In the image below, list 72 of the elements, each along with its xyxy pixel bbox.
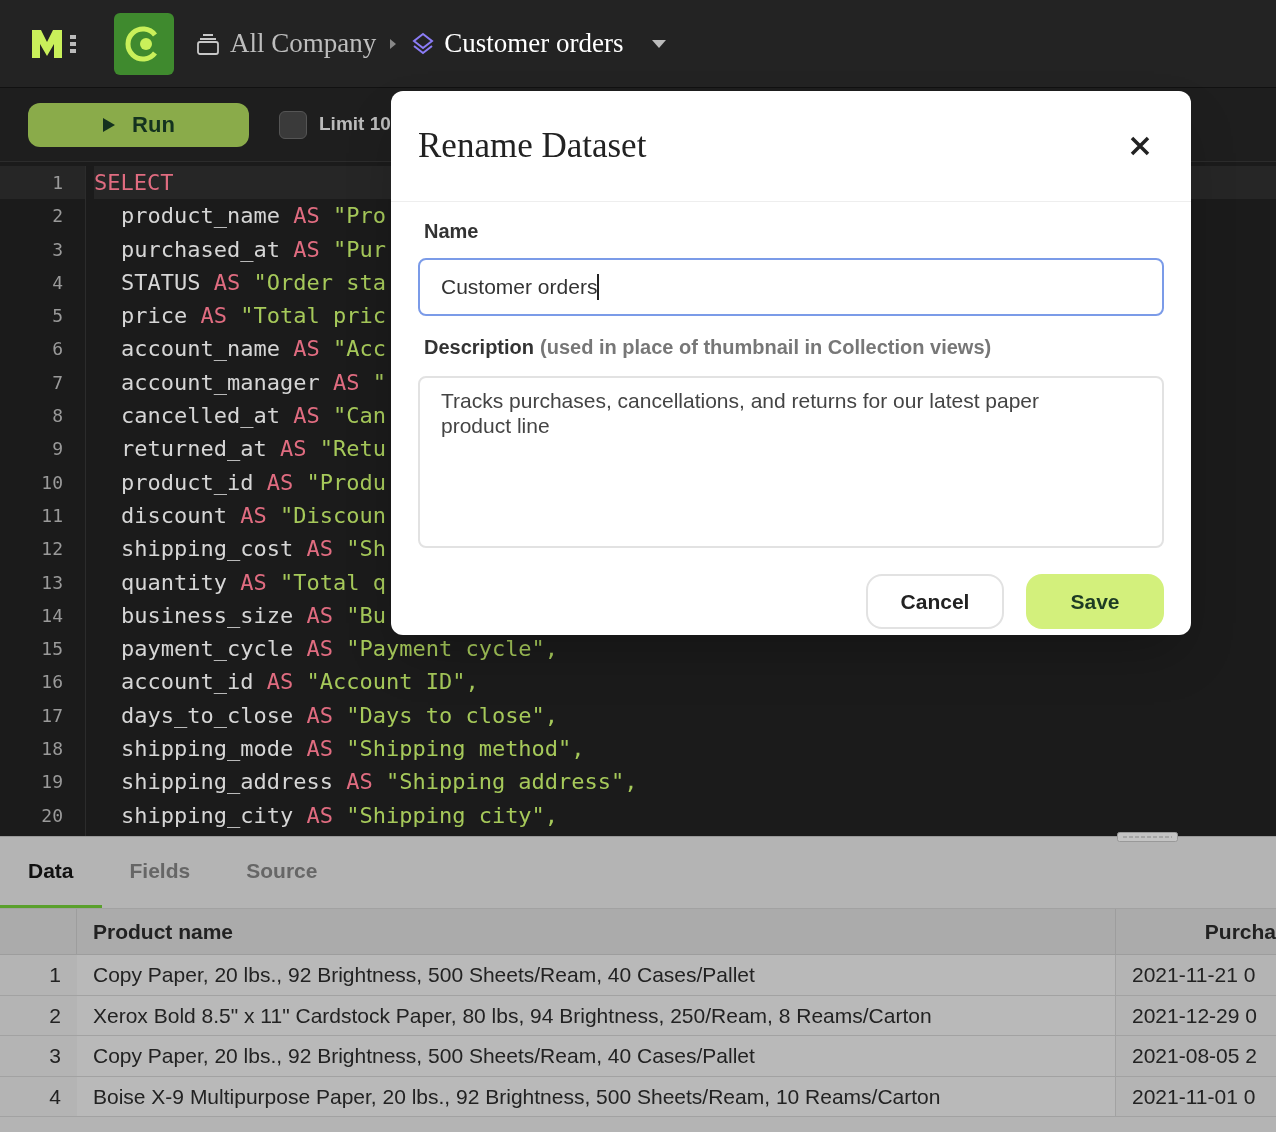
column-header[interactable]: Product name	[77, 909, 1116, 954]
resize-handle-icon[interactable]	[1117, 832, 1178, 842]
code-line: shipping_city AS "Shipping city",	[121, 801, 559, 830]
code-line: business_size AS "Bu	[121, 601, 386, 630]
field-label: Name	[423, 219, 480, 244]
play-icon	[102, 116, 117, 133]
line-number: 17	[40, 703, 64, 728]
code-line: discount AS "Discoun	[121, 501, 386, 530]
code-line: cancelled_at AS "Can	[121, 402, 386, 431]
code-line: product_id AS "Produ	[121, 468, 386, 497]
line-number: 11	[40, 503, 64, 528]
code-line: returned_at AS "Retu	[121, 435, 386, 464]
code-line: shipping_address AS "Shipping address",	[121, 768, 638, 797]
code-line: payment_cycle AS "Payment cycle",	[121, 635, 559, 664]
app-icon[interactable]	[114, 12, 174, 75]
line-number: 8	[51, 404, 64, 429]
breadcrumb-link[interactable]: All Company	[230, 23, 377, 64]
row-number: 4	[48, 1083, 62, 1110]
table-cell-text: 2021-08-05 2	[1131, 1043, 1258, 1069]
line-number: 7	[51, 370, 64, 395]
line-number: 4	[51, 270, 64, 295]
description-textarea[interactable]: Tracks purchases, cancellations, and returns for our latest paper product line	[418, 376, 1164, 548]
line-number: 19	[40, 770, 64, 795]
line-number: 3	[51, 237, 64, 262]
line-number: 15	[40, 637, 64, 662]
row-number: 2	[48, 1002, 62, 1029]
table-cell-text: 2021-11-01 0	[1131, 1083, 1257, 1110]
table-cell: Boise X-9 Multipurpose Paper, 20 lbs., 92 Brightness, 500 Sheets/Ream, 10 Reams/Carton	[77, 1076, 1116, 1116]
line-number: 6	[51, 337, 64, 362]
line-number: 16	[40, 670, 64, 695]
field-hint: (used in place of thumbnail in Collection views)	[540, 335, 992, 360]
code-line: price AS "Total pric	[121, 302, 386, 331]
caret-down-icon[interactable]	[651, 38, 668, 49]
code-line: days_to_close AS "Days to close",	[121, 701, 559, 730]
line-number: 18	[40, 737, 64, 762]
code-line: quantity AS "Total q	[121, 568, 386, 597]
line-number: 10	[40, 470, 64, 495]
line-number: 2	[51, 204, 64, 229]
code-line: purchased_at AS "Pur	[121, 235, 386, 264]
name-input[interactable]: Customer orders	[418, 258, 1164, 316]
code-line: account_name AS "Acc	[121, 335, 386, 364]
table-cell-text: 2021-11-21 0	[1131, 962, 1257, 988]
code-line: SELECT	[94, 169, 174, 197]
dialog-title: Rename Dataset	[418, 124, 647, 167]
code-line: account_manager AS "	[121, 368, 386, 397]
row-number: 3	[48, 1043, 62, 1069]
limit-label: Limit 10	[319, 112, 391, 137]
save-button[interactable]: Save	[1026, 574, 1164, 629]
field-label: Description	[424, 335, 535, 360]
table-cell: Xerox Bold 8.5" x 11" Cardstock Paper, 80 lbs, 94 Brightness, 250/Ream, 8 Reams/Carton	[77, 995, 1116, 1035]
table-cell-text: 2021-12-29 0	[1131, 1002, 1258, 1029]
code-line: product_name AS "Pro	[121, 202, 386, 231]
line-number: 12	[40, 537, 64, 562]
column-header[interactable]: Purcha	[1116, 909, 1276, 954]
line-number: 20	[40, 803, 64, 828]
code-line: STATUS AS "Order sta	[121, 268, 386, 297]
breadcrumb-link[interactable]: Customer orders	[444, 23, 624, 64]
limit-checkbox[interactable]	[279, 110, 307, 139]
line-number: 9	[51, 437, 64, 462]
line-number: 14	[40, 603, 64, 628]
line-number: 1	[0, 166, 85, 200]
code-line: shipping_mode AS "Shipping method",	[121, 735, 585, 764]
close-icon[interactable]	[1129, 135, 1151, 157]
cancel-button[interactable]: Cancel	[866, 574, 1004, 629]
table-cell: Copy Paper, 20 lbs., 92 Brightness, 500 Sheets/Ream, 40 Cases/Pallet	[77, 1036, 1116, 1076]
run-button[interactable]: Run	[28, 102, 249, 147]
line-number: 13	[40, 570, 64, 595]
row-number: 1	[48, 962, 62, 988]
code-line: account_id AS "Account ID",	[121, 668, 479, 697]
table-cell: Copy Paper, 20 lbs., 92 Brightness, 500 Sheets/Ream, 40 Cases/Pallet	[77, 955, 1116, 995]
line-number: 5	[51, 304, 64, 329]
code-line: shipping_cost AS "Sh	[121, 535, 386, 564]
